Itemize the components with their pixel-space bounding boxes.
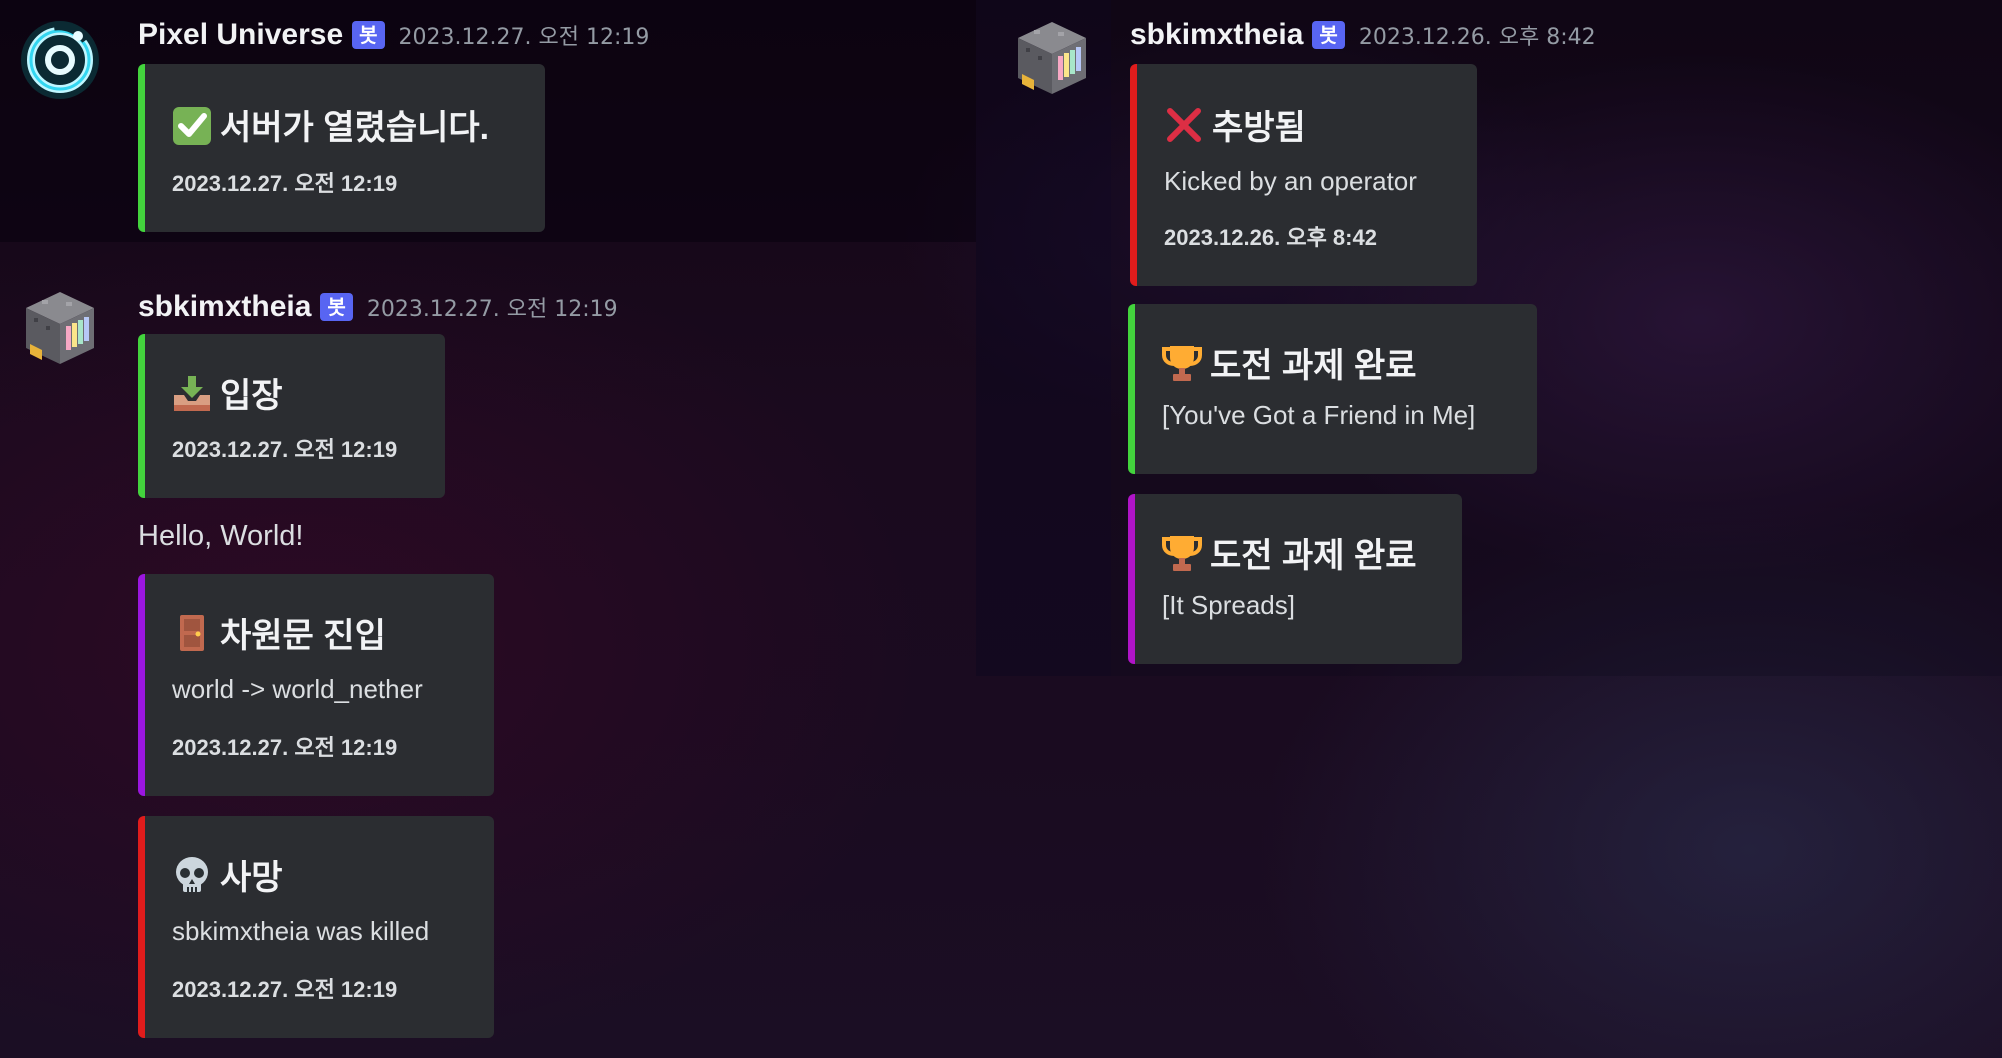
bot-badge: 봇 <box>352 21 385 49</box>
avatar[interactable] <box>20 288 100 368</box>
minecraft-block-icon <box>26 292 94 364</box>
message-header: sbkimxtheia 봇 2023.12.26. 오후 8:42 <box>1130 16 1596 54</box>
embed-description: [You've Got a Friend in Me] <box>1162 400 1476 430</box>
embed-footer: 2023.12.26. 오후 8:42 <box>1164 225 1377 250</box>
embed-title: 입장 <box>172 368 283 417</box>
embed-footer: 2023.12.27. 오전 12:19 <box>172 735 398 760</box>
trophy-icon <box>1162 535 1202 571</box>
embed-title: 사망 <box>172 850 283 899</box>
skull-icon <box>176 856 208 892</box>
username[interactable]: sbkimxtheia <box>1130 18 1303 52</box>
embed: 도전 과제 완료 [It Spreads] <box>1128 494 1462 664</box>
embed-title-text: 사망 <box>220 859 283 897</box>
embed: 추방됨 Kicked by an operator 2023.12.26. 오후… <box>1130 64 1477 286</box>
door-icon <box>180 614 204 651</box>
timestamp[interactable]: 2023.12.26. 오후 8:42 <box>1359 19 1596 51</box>
message-content: Hello, World! <box>138 520 304 552</box>
minecraft-block-icon <box>1018 22 1086 94</box>
embed-title-text: 도전 과제 완료 <box>1210 347 1417 385</box>
embed-title-text: 입장 <box>220 377 283 415</box>
bot-badge: 봇 <box>320 293 353 321</box>
embed-footer: 2023.12.27. 오전 12:19 <box>172 437 398 462</box>
embed-footer: 2023.12.27. 오전 12:19 <box>172 977 398 1002</box>
bot-badge: 봇 <box>1312 21 1345 49</box>
message-header: sbkimxtheia 봇 2023.12.27. 오전 12:19 <box>138 288 618 326</box>
embed-footer: 2023.12.27. 오전 12:19 <box>172 171 398 196</box>
embed-title-text: 도전 과제 완료 <box>1210 537 1417 575</box>
embed-title-text: 서버가 열렸습니다. <box>220 109 490 147</box>
trophy-icon <box>1162 345 1202 381</box>
embed-description: [It Spreads] <box>1162 590 1295 620</box>
embed: 사망 sbkimxtheia was killed 2023.12.27. 오전… <box>138 816 494 1038</box>
embed-title: 도전 과제 완료 <box>1162 338 1417 387</box>
cross-mark-icon <box>1167 107 1201 142</box>
check-mark-icon <box>173 106 211 145</box>
embed: 도전 과제 완료 [You've Got a Friend in Me] <box>1128 304 1537 474</box>
embed: 입장 2023.12.27. 오전 12:19 <box>138 334 445 498</box>
embed-description: Kicked by an operator <box>1164 166 1417 196</box>
embed-title: 차원문 진입 <box>172 608 386 657</box>
embed-title: 도전 과제 완료 <box>1162 528 1417 577</box>
embed-description: world -> world_nether <box>172 674 423 704</box>
embed-title-text: 추방됨 <box>1212 109 1306 147</box>
embed-title: 추방됨 <box>1164 100 1306 149</box>
embed-title: 서버가 열렸습니다. <box>172 100 489 149</box>
message-header: Pixel Universe 봇 2023.12.27. 오전 12:19 <box>138 16 649 54</box>
avatar[interactable] <box>20 20 100 100</box>
embed-description: sbkimxtheia was killed <box>172 916 430 946</box>
timestamp[interactable]: 2023.12.27. 오전 12:19 <box>399 19 650 51</box>
highlight-overlay <box>976 0 1111 676</box>
avatar[interactable] <box>1012 18 1092 98</box>
username[interactable]: Pixel Universe <box>138 18 343 52</box>
timestamp[interactable]: 2023.12.27. 오전 12:19 <box>367 291 618 323</box>
embed: 서버가 열렸습니다. 2023.12.27. 오전 12:19 <box>138 64 545 232</box>
pixel-universe-ring-icon <box>21 21 99 99</box>
username[interactable]: sbkimxtheia <box>138 290 311 324</box>
embed: 차원문 진입 world -> world_nether 2023.12.27.… <box>138 574 494 796</box>
inbox-tray-icon <box>174 375 210 411</box>
embed-title-text: 차원문 진입 <box>220 617 386 655</box>
